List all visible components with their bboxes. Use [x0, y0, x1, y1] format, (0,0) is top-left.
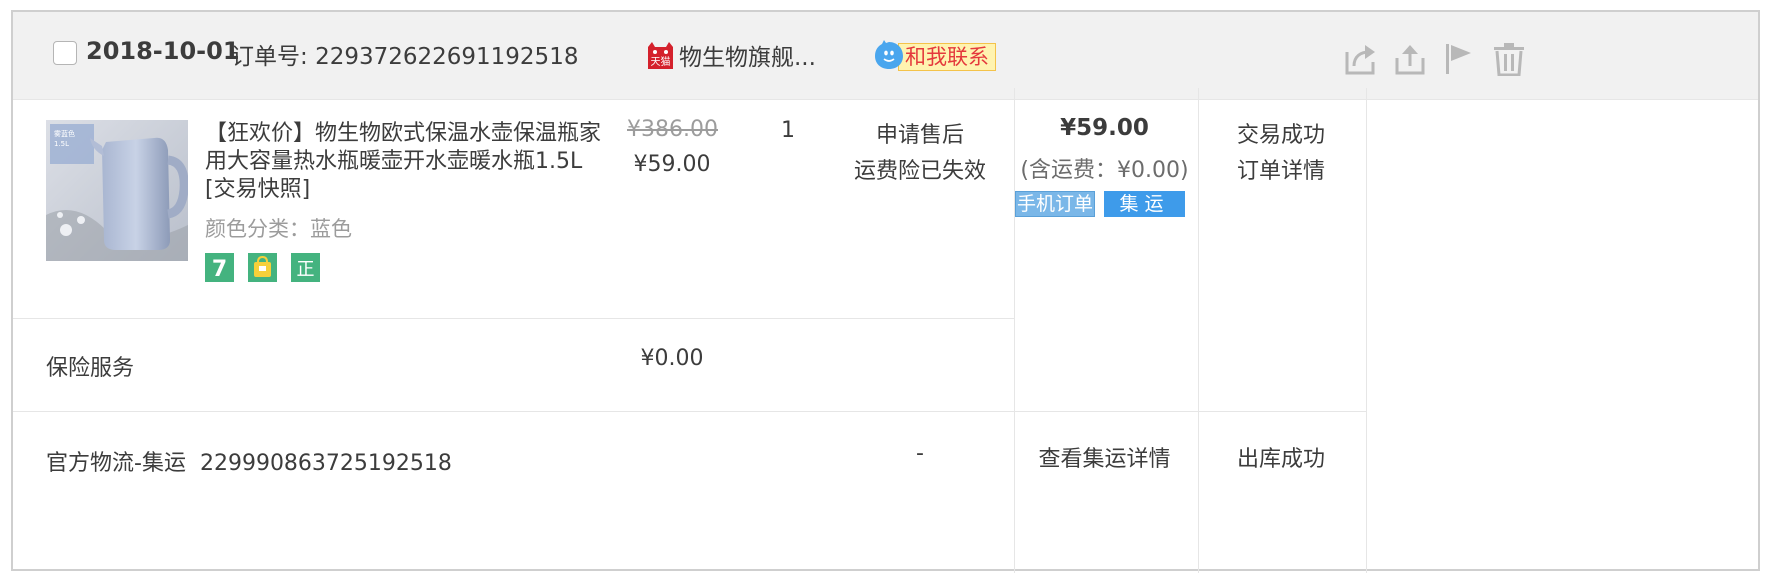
flag-icon[interactable]: [1443, 42, 1477, 76]
consolidated-detail-link[interactable]: 查看集运详情: [1013, 441, 1196, 473]
column-divider: [1366, 88, 1367, 573]
tmall-icon-label: 天猫: [651, 55, 671, 68]
order-number: 订单号: 229372622691192518: [231, 37, 578, 71]
order-total: ¥59.00: [1060, 115, 1149, 141]
after-sales-link[interactable]: 申请售后: [840, 117, 1000, 149]
logistics-tracking-number: 229990863725192518: [199, 451, 452, 476]
row-divider: [13, 318, 1014, 319]
trade-status: 交易成功: [1236, 123, 1325, 148]
shopping-bag-icon[interactable]: [248, 253, 277, 282]
thumb-size-text: 1.5L: [54, 140, 69, 148]
genuine-label: 正: [297, 259, 315, 280]
genuine-icon[interactable]: 正: [291, 253, 320, 282]
upload-icon[interactable]: [1393, 42, 1427, 76]
shop-name-link[interactable]: 物生物旗舰...: [679, 38, 816, 72]
snapshot-link[interactable]: [交易快照]: [205, 177, 310, 202]
order-select-checkbox[interactable]: [53, 41, 77, 65]
shipping-insurance-note: 运费险已失效: [853, 159, 986, 184]
contact-seller-button[interactable]: 和我联系: [873, 37, 997, 75]
order-number-label: 订单号:: [231, 44, 308, 70]
order-number-value: 229372622691192518: [315, 44, 579, 70]
unit-price: ¥59.00: [633, 152, 711, 177]
logistics-service-placeholder: -: [916, 441, 924, 466]
order-card: 2018-10-01 订单号: 229372622691192518 天猫 物生…: [11, 10, 1760, 573]
insurance-service-label: 保险服务: [46, 356, 135, 381]
share-icon[interactable]: [1344, 42, 1378, 76]
tmall-icon: 天猫: [648, 42, 673, 69]
product-image: 雾蓝色 1.5L: [46, 120, 189, 261]
product-title: 【狂欢价】物生物欧式保温水壶保温瓶家用大容量热水瓶暖壶开水壶暖水瓶1.5L: [205, 121, 602, 174]
logistics-info: 官方物流-集运 229990863725192518: [46, 445, 452, 477]
shipping-fee: (含运费：¥0.00): [1020, 158, 1189, 183]
contact-seller-label: 和我联系: [898, 43, 996, 71]
insurance-price: ¥0.00: [640, 346, 704, 371]
thumb-color-text: 雾蓝色: [54, 129, 75, 138]
product-attribute: 颜色分类：蓝色: [205, 217, 352, 241]
row-divider: [13, 411, 1366, 412]
seven-day-return-icon[interactable]: 7: [205, 253, 234, 282]
order-detail-link[interactable]: 订单详情: [1198, 153, 1364, 185]
wangwang-chat-icon: [875, 40, 903, 69]
mobile-order-tag: 手机订单: [1015, 191, 1095, 217]
quantity: 1: [781, 118, 795, 143]
trash-icon[interactable]: [1492, 42, 1526, 76]
original-price: ¥386.00: [627, 117, 718, 142]
consolidated-shipping-tag: 集运: [1104, 191, 1185, 217]
logistics-carrier: 官方物流-集运: [46, 451, 186, 476]
order-date: 2018-10-01: [86, 37, 240, 65]
product-title-link[interactable]: 【狂欢价】物生物欧式保温水壶保温瓶家用大容量热水瓶暖壶开水壶暖水瓶1.5L [交…: [205, 120, 605, 204]
product-thumbnail[interactable]: 雾蓝色 1.5L: [46, 120, 189, 261]
logistics-status: 出库成功: [1236, 447, 1325, 472]
order-header: 2018-10-01 订单号: 229372622691192518 天猫 物生…: [13, 12, 1758, 100]
seven-day-return-label: 7: [212, 257, 227, 282]
